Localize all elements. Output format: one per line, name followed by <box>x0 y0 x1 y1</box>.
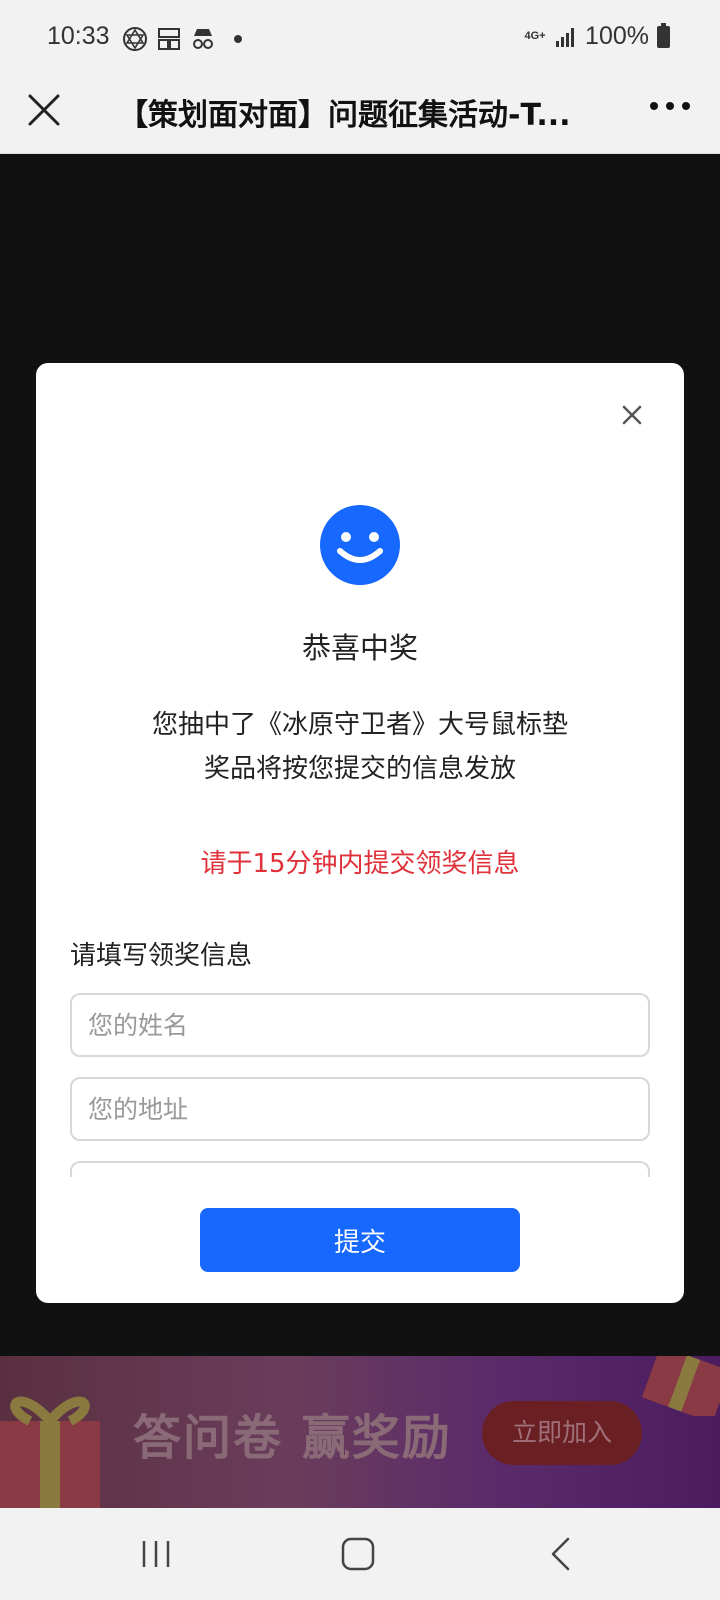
status-notification-icons <box>122 26 242 52</box>
deadline-warning: 请于15分钟内提交领奖信息 <box>200 849 520 879</box>
title-bar: 【策划面对面】问题征集活动-T... <box>0 80 720 154</box>
gift-box-small-icon <box>641 1356 720 1416</box>
prize-modal: 恭喜中奖 您抽中了《冰原守卫者》大号鼠标垫 奖品将按您提交的信息发放 请于15分… <box>36 363 684 1303</box>
battery-icon <box>657 22 670 48</box>
network-type: 4G+ <box>524 30 546 42</box>
more-options-icon[interactable] <box>650 102 690 110</box>
smile-icon <box>320 505 400 585</box>
prize-message-line1: 您抽中了《冰原守卫者》大号鼠标垫 <box>151 710 568 740</box>
address-field[interactable] <box>70 1077 650 1141</box>
page-title: 【策划面对面】问题征集活动-T... <box>118 98 571 133</box>
incognito-icon <box>193 29 213 49</box>
back-icon[interactable] <box>548 1536 572 1572</box>
prize-message: 您抽中了《冰原守卫者》大号鼠标垫 奖品将按您提交的信息发放 <box>36 703 684 791</box>
system-nav-bar <box>0 1508 720 1600</box>
phone-field[interactable] <box>70 1161 650 1177</box>
modal-close-icon[interactable] <box>620 403 644 427</box>
status-right: 4G+ 100% <box>523 22 670 51</box>
join-button[interactable]: 立即加入 <box>482 1401 642 1465</box>
prize-message-line2: 奖品将按您提交的信息发放 <box>203 754 516 784</box>
name-field[interactable] <box>70 993 650 1057</box>
form-label: 请填写领奖信息 <box>70 941 253 971</box>
submit-button[interactable]: 提交 <box>200 1208 520 1272</box>
home-icon[interactable] <box>340 1536 376 1572</box>
star-of-david-icon <box>123 27 147 51</box>
banner-text: 答问卷 赢奖励 <box>133 1410 452 1466</box>
promo-banner[interactable]: 答问卷 赢奖励 立即加入 <box>0 1356 720 1508</box>
claim-form <box>70 993 650 1177</box>
recent-apps-icon[interactable] <box>140 1538 172 1570</box>
battery-percent: 100% <box>585 22 649 50</box>
status-bar: 10:33 4G+ 100% <box>0 0 720 80</box>
close-icon[interactable] <box>24 90 64 130</box>
modal-heading: 恭喜中奖 <box>301 631 418 665</box>
dew-glyph-icon <box>158 28 180 50</box>
status-time: 10:33 <box>47 22 110 50</box>
notification-dot-icon <box>234 35 242 43</box>
signal-icon <box>556 27 575 47</box>
gift-box-icon <box>0 1396 100 1508</box>
